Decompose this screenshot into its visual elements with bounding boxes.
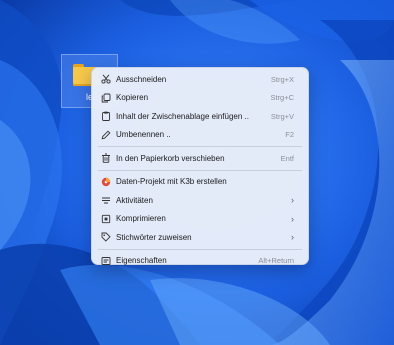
menu-item-label: Inhalt der Zwischenablage einfügen .. bbox=[116, 111, 249, 121]
menu-item-assign-tags[interactable]: Stichwörter zuweisen › bbox=[92, 228, 308, 247]
menu-item-label: In den Papierkorb verschieben bbox=[116, 153, 225, 163]
menu-separator bbox=[98, 248, 302, 250]
menu-item-activities[interactable]: Aktivitäten › bbox=[92, 191, 308, 210]
menu-item-paste[interactable]: Inhalt der Zwischenablage einfügen .. St… bbox=[92, 107, 308, 126]
k3b-disc-icon bbox=[101, 177, 111, 187]
menu-item-label: Komprimieren bbox=[116, 214, 166, 224]
menu-item-shortcut: Alt+Return bbox=[258, 256, 294, 266]
menu-item-copy[interactable]: Kopieren Strg+C bbox=[92, 89, 308, 108]
chevron-right-icon: › bbox=[291, 232, 294, 243]
paste-icon bbox=[101, 111, 111, 122]
menu-item-properties[interactable]: Eigenschaften Alt+Return bbox=[92, 252, 308, 271]
menu-item-cut[interactable]: Ausschneiden Strg+X bbox=[92, 70, 308, 89]
menu-separator bbox=[98, 146, 302, 147]
menu-item-shortcut: F2 bbox=[285, 130, 294, 140]
chevron-right-icon: › bbox=[291, 195, 294, 206]
menu-item-label: Ausschneiden bbox=[116, 74, 167, 84]
copy-icon bbox=[101, 93, 111, 103]
menu-item-label: Stichwörter zuweisen bbox=[116, 232, 192, 242]
menu-item-label: Umbenennen .. bbox=[116, 130, 171, 140]
rename-pencil-icon bbox=[101, 130, 111, 140]
menu-item-shortcut: Strg+C bbox=[270, 93, 294, 103]
menu-item-compress[interactable]: Komprimieren › bbox=[92, 210, 308, 229]
menu-separator bbox=[98, 169, 302, 171]
menu-item-label: Daten-Projekt mit K3b erstellen bbox=[116, 177, 227, 187]
menu-item-rename[interactable]: Umbenennen .. F2 bbox=[92, 126, 308, 145]
menu-item-shortcut: Strg+V bbox=[270, 111, 294, 121]
properties-icon bbox=[101, 256, 111, 266]
menu-item-k3b-data-project[interactable]: Daten-Projekt mit K3b erstellen bbox=[92, 173, 308, 192]
scissors-icon bbox=[101, 74, 111, 84]
menu-item-move-to-trash[interactable]: In den Papierkorb verschieben Entf bbox=[92, 149, 308, 168]
menu-item-shortcut: Entf bbox=[280, 153, 294, 163]
menu-item-label: Aktivitäten bbox=[116, 195, 153, 205]
menu-item-shortcut: Strg+X bbox=[270, 74, 294, 84]
tag-icon bbox=[101, 232, 111, 242]
context-menu: Ausschneiden Strg+X Kopieren Strg+C Inha… bbox=[91, 67, 309, 265]
menu-item-label: Kopieren bbox=[116, 93, 149, 103]
trash-icon bbox=[101, 153, 111, 164]
menu-item-label: Eigenschaften bbox=[116, 256, 167, 266]
activities-icon bbox=[101, 195, 111, 205]
archive-icon bbox=[101, 214, 111, 224]
chevron-right-icon: › bbox=[291, 213, 294, 224]
